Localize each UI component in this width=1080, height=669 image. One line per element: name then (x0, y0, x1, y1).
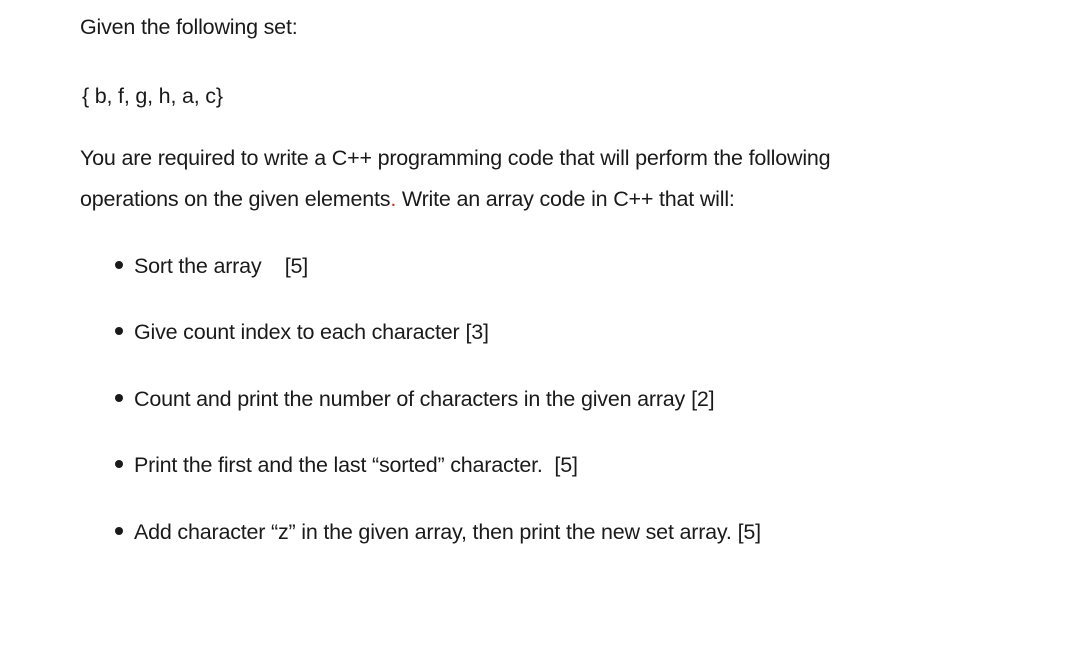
task-text: Count and print the number of characters… (134, 387, 686, 411)
task-text: Give count index to each character (134, 320, 460, 344)
given-set: { b, f, g, h, a, c} (82, 84, 223, 108)
task-text: Sort the array (134, 254, 262, 278)
bullet-icon (115, 394, 123, 403)
task-marks: [5] (737, 520, 762, 544)
task-item: Sort the array [5] (115, 254, 308, 279)
task-marks: [5] (548, 453, 578, 477)
task-text: Print the first and the last “sorted” ch… (134, 453, 543, 477)
intro-text: Given the following set: (80, 15, 298, 39)
requirement-line-1: You are required to write a C++ programm… (80, 146, 831, 170)
task-item: Print the first and the last “sorted” ch… (115, 453, 578, 478)
requirement-line-2-part-b: Write an array code in C++ that will: (396, 187, 735, 211)
task-item: Count and print the number of characters… (115, 387, 715, 412)
bullet-icon (115, 460, 123, 469)
task-item: Add character “z” in the given array, th… (115, 520, 761, 545)
task-item: Give count index to each character [3] (115, 320, 489, 345)
task-text: Add character “z” in the given array, th… (134, 520, 732, 544)
bullet-icon (115, 527, 123, 536)
bullet-icon (115, 261, 123, 270)
task-marks: [5] (267, 254, 309, 278)
task-marks: [2] (691, 387, 715, 411)
bullet-icon (115, 327, 123, 336)
task-marks: [3] (465, 320, 489, 344)
requirement-line-2: operations on the given elements. Write … (80, 187, 735, 212)
requirement-line-2-part-a: operations on the given elements (80, 187, 391, 211)
